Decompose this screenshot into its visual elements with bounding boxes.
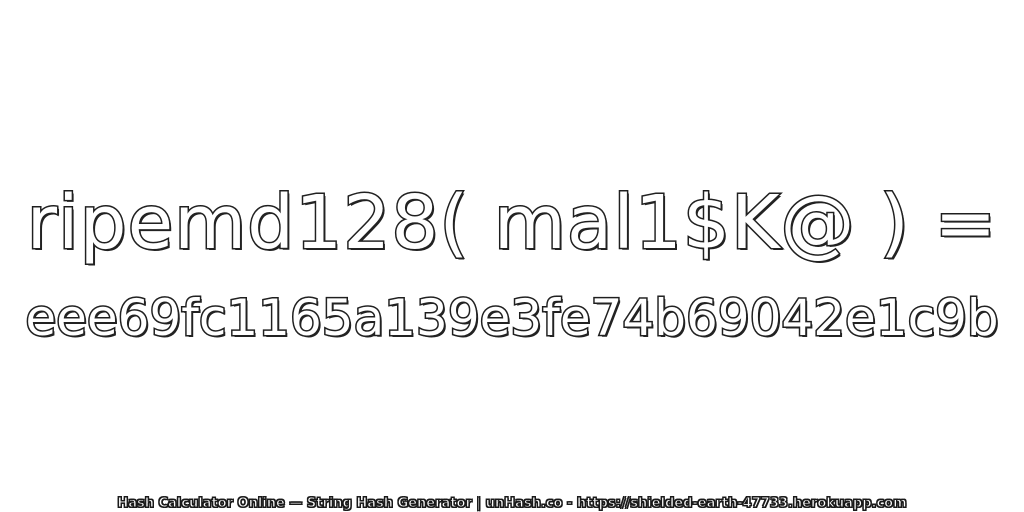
hash-image-canvas: ripemd128( mal1$K@ ) = eee69fc1165a139e3… [0,0,1024,512]
hash-result: eee69fc1165a139e3fe74b69042e1c9b [24,288,1000,349]
footer-credit: Hash Calculator Online — String Hash Gen… [117,496,907,512]
hash-expression: ripemd128( mal1$K@ ) = [25,179,998,268]
